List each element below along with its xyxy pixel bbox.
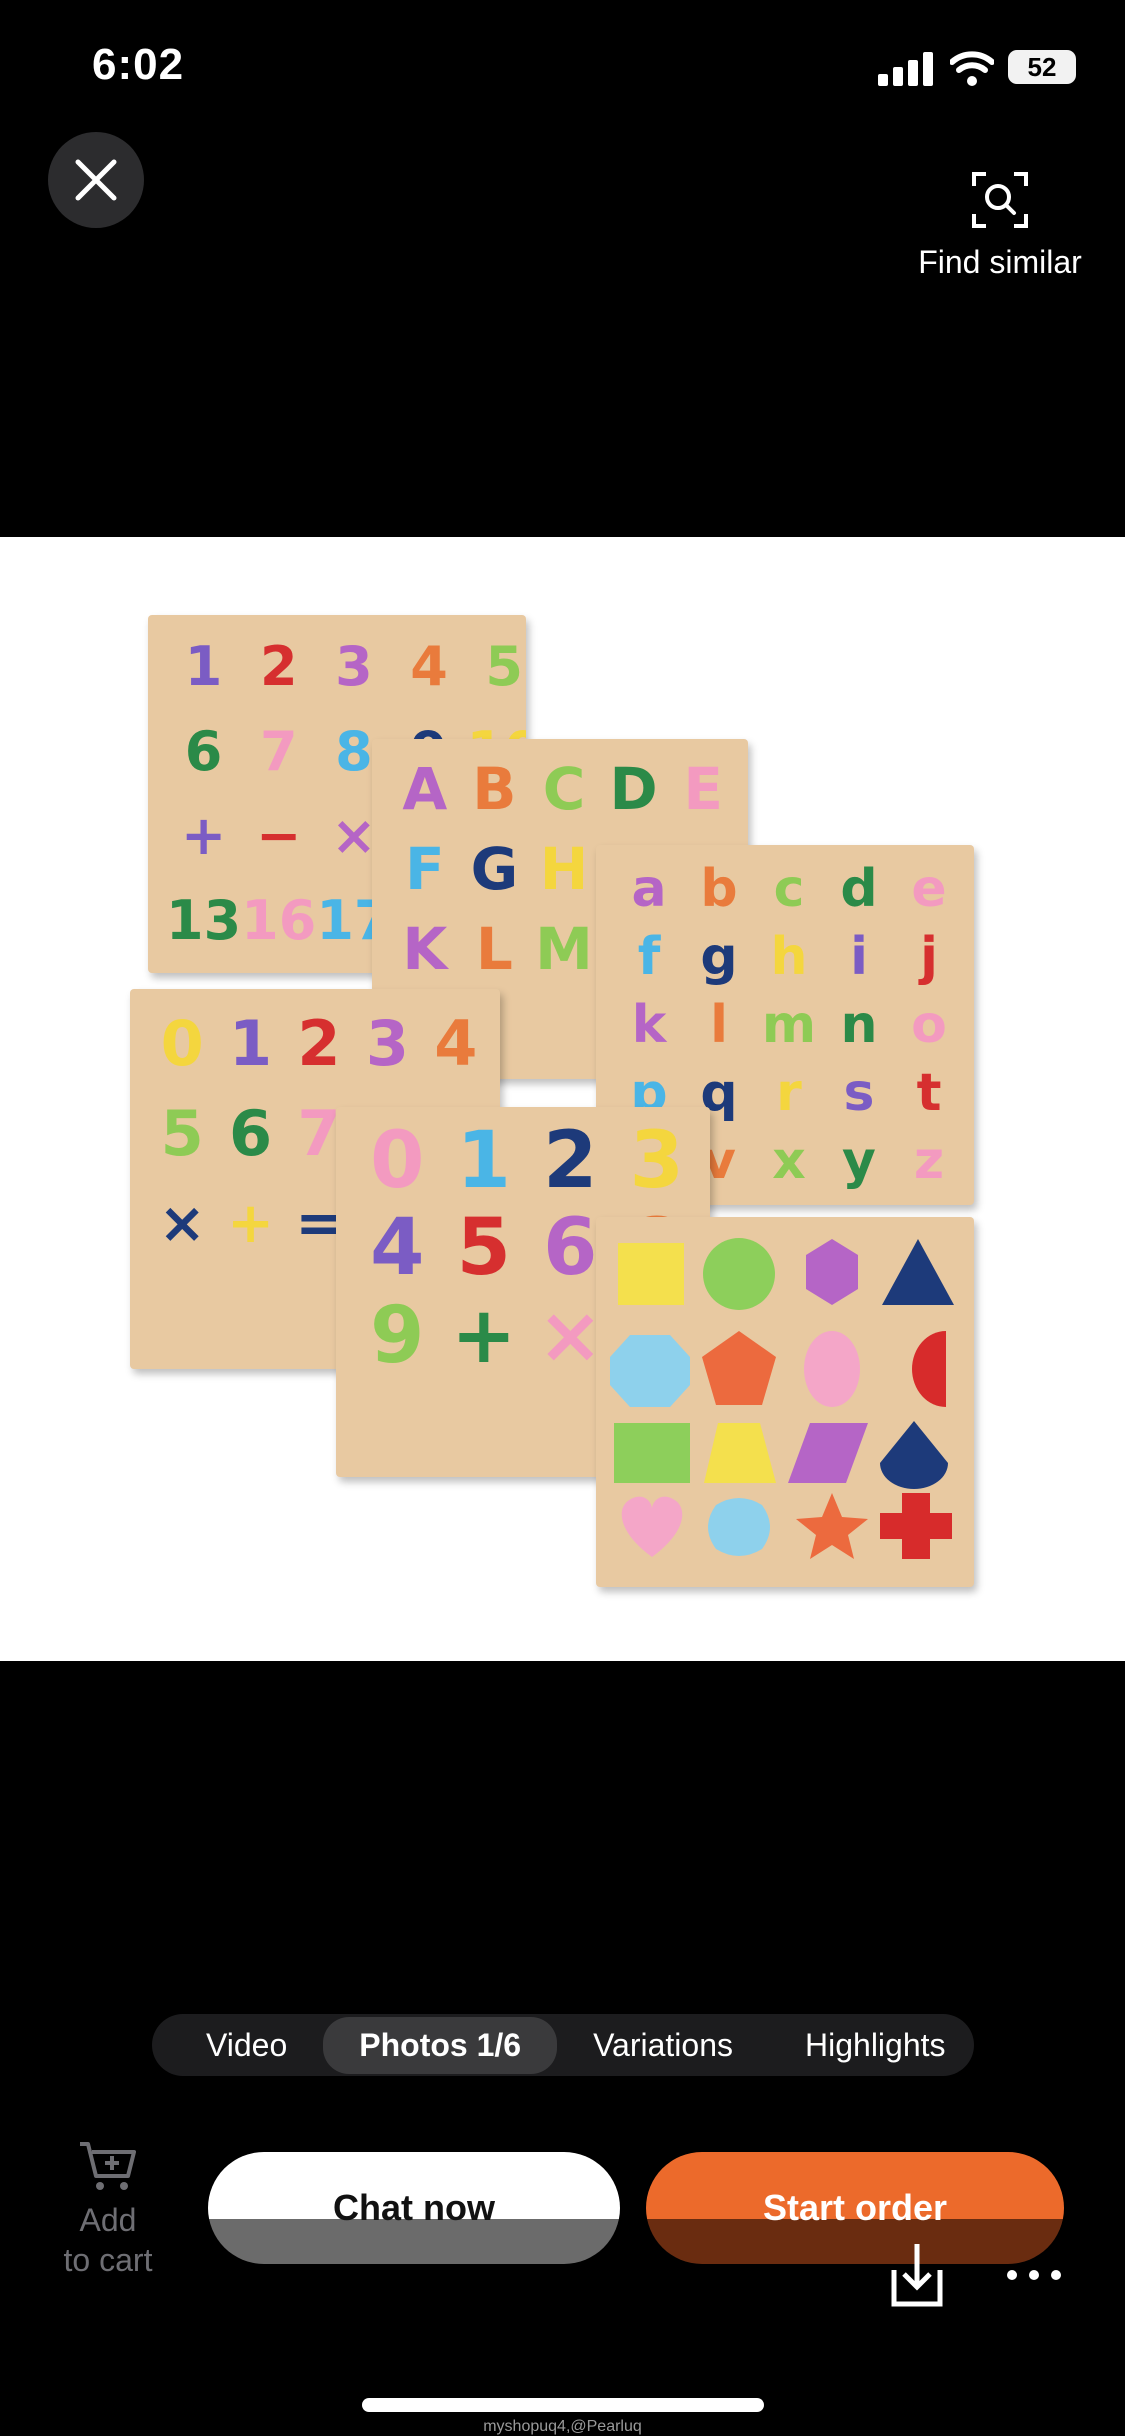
puzzle-piece: g — [700, 927, 738, 987]
puzzle-piece: 2 — [297, 1007, 341, 1080]
puzzle-piece: C — [542, 755, 586, 823]
puzzle-piece: 4 — [370, 1203, 425, 1294]
puzzle-piece: j — [920, 927, 938, 987]
puzzle-piece: o — [911, 995, 947, 1055]
puzzle-piece: i — [850, 927, 868, 987]
puzzle-piece: 6 — [184, 719, 223, 783]
puzzle-piece: 6 — [543, 1203, 598, 1294]
puzzle-piece: h — [770, 927, 808, 987]
home-indicator — [362, 2398, 764, 2412]
chat-now-button[interactable]: Chat now — [208, 2152, 620, 2264]
puzzle-piece: t — [916, 1063, 942, 1123]
puzzle-piece: k — [631, 995, 667, 1055]
media-tabs: Video Photos 1/6 Variations Highlights — [152, 2014, 974, 2076]
cart-plus-icon — [80, 2142, 136, 2190]
puzzle-piece: r — [776, 1063, 802, 1123]
puzzle-piece: 0 — [160, 1007, 204, 1080]
download-icon[interactable] — [884, 2240, 950, 2310]
close-button[interactable] — [48, 132, 144, 228]
find-similar-button[interactable]: Find similar — [900, 170, 1100, 300]
puzzle-piece: 5 — [160, 1097, 204, 1170]
close-icon — [75, 159, 117, 201]
start-order-button[interactable]: Start order — [646, 2152, 1064, 2264]
puzzle-piece: s — [843, 1063, 875, 1123]
add-to-cart-label: Add to cart — [64, 2200, 153, 2280]
puzzle-piece: 8 — [335, 719, 373, 783]
puzzle-piece: c — [773, 859, 805, 919]
tab-highlights[interactable]: Highlights — [769, 2017, 974, 2074]
puzzle-piece: 3 — [629, 1115, 684, 1206]
puzzle-piece: l — [710, 995, 728, 1055]
puzzle-piece: 4 — [434, 1007, 478, 1080]
puzzle-piece: n — [840, 995, 878, 1055]
puzzle-piece: × — [158, 1191, 206, 1256]
puzzle-piece: F — [404, 835, 445, 903]
image-search-icon — [972, 172, 1028, 228]
puzzle-piece: + — [180, 804, 227, 868]
puzzle-piece: 4 — [410, 635, 448, 699]
puzzle-piece: 2 — [543, 1115, 598, 1206]
puzzle-piece: 3 — [335, 635, 373, 699]
puzzle-piece: 1 — [184, 635, 223, 699]
puzzle-piece: 3 — [365, 1007, 409, 1080]
puzzle-piece: 7 — [259, 719, 298, 783]
add-to-cart-button[interactable]: Add to cart — [40, 2140, 176, 2290]
tab-video[interactable]: Video — [170, 2017, 323, 2074]
puzzle-piece: d — [840, 859, 878, 919]
puzzle-piece: M — [535, 915, 593, 983]
puzzle-piece: a — [631, 859, 667, 919]
puzzle-piece: f — [637, 927, 661, 987]
puzzle-piece: × — [537, 1290, 603, 1381]
puzzle-piece: 5 — [485, 635, 523, 699]
puzzle-piece: A — [402, 755, 448, 823]
add-to-cart-label-text: Add to cart — [63, 2202, 153, 2278]
wifi-icon — [950, 51, 994, 86]
puzzle-piece: + — [227, 1191, 275, 1256]
puzzle-piece: b — [700, 859, 738, 919]
start-order-label: Start order — [762, 2187, 948, 2228]
puzzle-piece: L — [475, 915, 513, 983]
tab-photos[interactable]: Photos 1/6 — [323, 2016, 558, 2074]
find-similar-label: Find similar — [918, 244, 1082, 280]
battery-indicator: 52 — [1008, 50, 1076, 84]
tab-variations[interactable]: Variations — [557, 2017, 769, 2074]
puzzle-piece: z — [913, 1131, 945, 1191]
puzzle-piece: 7 — [297, 1097, 341, 1170]
shapes-set — [610, 1238, 954, 1559]
puzzle-piece: 0 — [370, 1115, 425, 1206]
puzzle-piece: 5 — [456, 1203, 511, 1294]
puzzle-piece: 6 — [229, 1097, 273, 1170]
puzzle-piece: + — [451, 1290, 517, 1381]
puzzle-piece: x — [772, 1131, 806, 1191]
more-options-icon[interactable] — [1004, 2260, 1064, 2290]
puzzle-piece: 2 — [259, 635, 298, 699]
puzzle-piece: 16 — [241, 888, 317, 952]
product-photo[interactable]: 12345678910+−×111213161718 ABCDEFGHIJKLM… — [0, 537, 1125, 1661]
puzzle-piece: − — [256, 804, 302, 868]
cellular-signal-icon — [878, 52, 933, 86]
puzzle-piece: K — [402, 915, 448, 983]
puzzle-piece: D — [609, 755, 658, 823]
puzzle-piece: e — [911, 859, 947, 919]
chat-now-label: Chat now — [333, 2187, 495, 2228]
puzzle-piece: × — [331, 804, 377, 868]
status-time: 6:02 — [92, 40, 185, 89]
puzzle-piece: G — [470, 835, 519, 903]
puzzle-piece: 1 — [229, 1007, 273, 1080]
puzzle-piece: H — [539, 835, 589, 903]
puzzle-piece: 9 — [370, 1290, 425, 1381]
watermark: myshopuq4,@Pearluq — [483, 2418, 642, 2435]
puzzle-piece: y — [842, 1131, 876, 1191]
puzzle-piece: 13 — [166, 888, 242, 952]
puzzle-piece: E — [683, 755, 723, 823]
puzzle-board-shapes — [596, 1217, 974, 1587]
puzzle-piece: 1 — [456, 1115, 511, 1206]
puzzle-piece: B — [472, 755, 517, 823]
puzzle-piece: m — [761, 995, 817, 1055]
